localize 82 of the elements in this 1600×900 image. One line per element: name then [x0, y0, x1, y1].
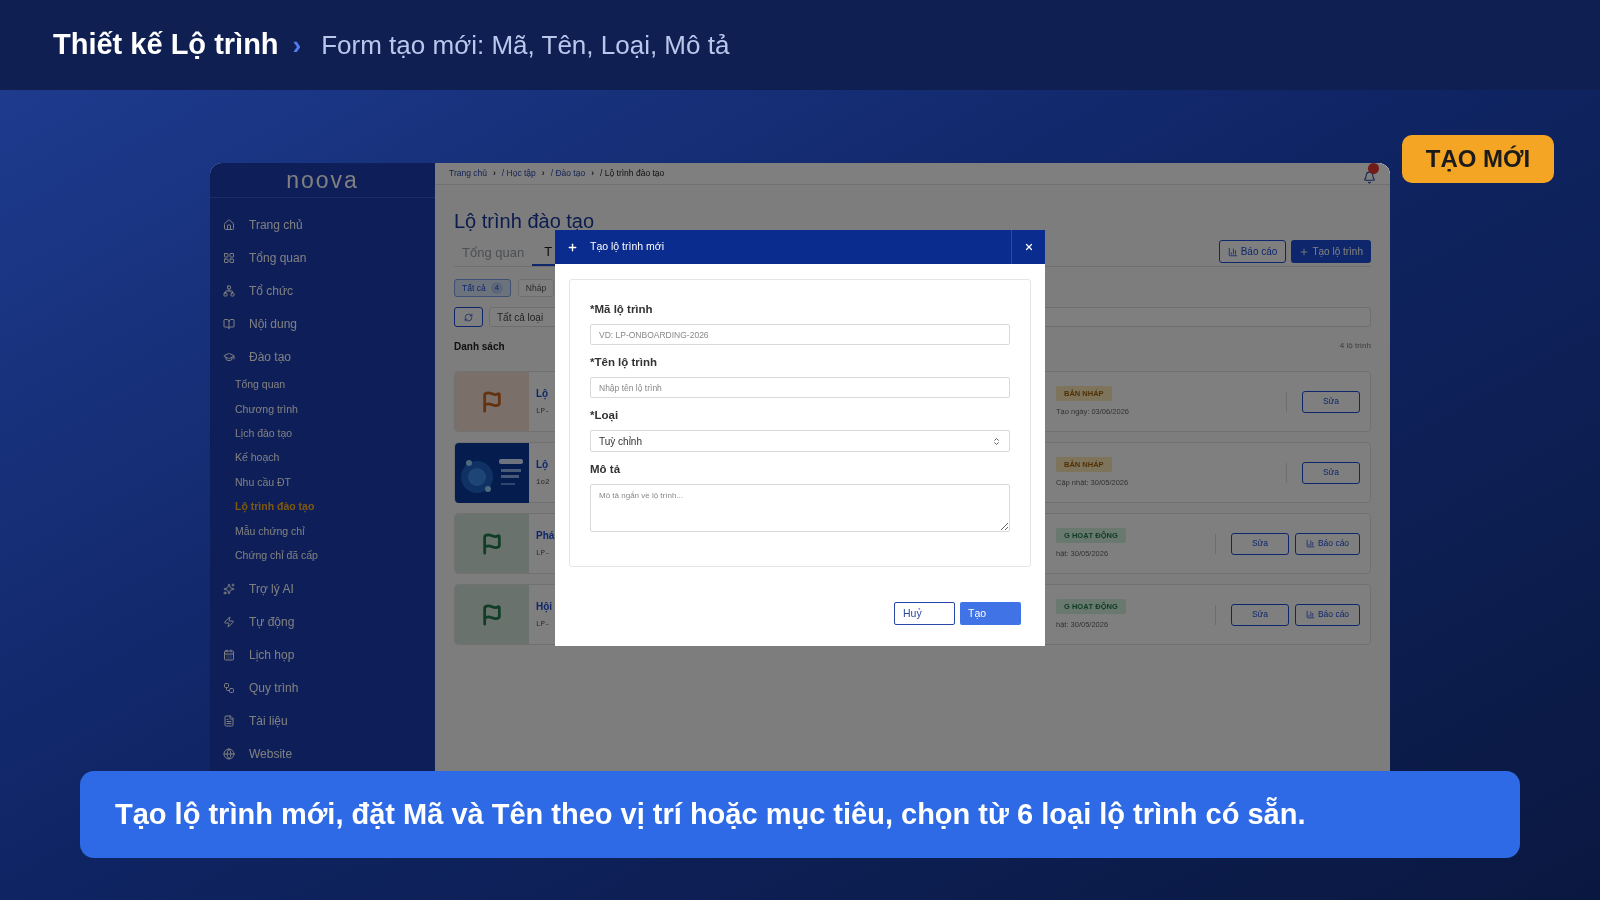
sidebar-subitem[interactable]: Chứng chỉ đã cấp: [210, 543, 435, 569]
field-label: *Tên lộ trình: [590, 355, 659, 370]
report-button[interactable]: Báo cáo: [1295, 532, 1360, 555]
sidebar-subitem[interactable]: Lộ trình đào tạo: [210, 494, 435, 520]
cancel-button[interactable]: Huỷ: [894, 602, 955, 625]
flag-icon: [481, 603, 503, 626]
input-field[interactable]: Nhập tên lộ trình: [590, 377, 1010, 398]
sidebar-item[interactable]: Trợ lý AI: [210, 572, 435, 606]
row-title: Phá: [536, 528, 555, 543]
caption-banner: Tạo lộ trình mới, đặt Mã và Tên theo vị trí hoặc mục tiêu, chọn từ 6 loại lộ trình có sẵn.: [80, 771, 1520, 858]
bell-icon[interactable]: [1363, 171, 1376, 184]
home-icon: [223, 218, 235, 231]
hierarchy-icon: [223, 284, 235, 297]
flag-icon: [481, 532, 503, 555]
sidebar-item[interactable]: Lịch họp: [210, 638, 435, 672]
row-title: Lộ: [536, 457, 549, 472]
sidebar-item[interactable]: Tổng quan: [210, 241, 435, 274]
sidebar-subitem[interactable]: Tổng quan: [210, 373, 435, 398]
sidebar-item[interactable]: Tổ chức: [210, 274, 435, 307]
breadcrumb-link[interactable]: / Học tập: [501, 167, 536, 180]
page-title: Lộ trình đào tạo: [454, 209, 596, 233]
field-label: Mô tả: [590, 462, 622, 477]
textarea-field[interactable]: Mô tả ngắn về lộ trình...: [590, 484, 1010, 532]
field-label: *Mã lộ trình: [590, 302, 654, 317]
grid-icon: [223, 251, 235, 264]
sidebar-item[interactable]: Quy trình: [210, 671, 435, 705]
breadcrumb-separator: ›: [591, 167, 595, 180]
new-badge: TẠO MỚI: [1402, 135, 1554, 183]
graduation-cap-icon: [223, 350, 235, 363]
breadcrumb-link[interactable]: / Lộ trình đào tạo: [600, 167, 665, 180]
breadcrumb-link[interactable]: / Đào tạo: [550, 167, 586, 180]
slide-title: Thiết kế Lộ trình: [53, 27, 279, 63]
sidebar-item[interactable]: Tài liệu: [210, 704, 435, 738]
refresh-button[interactable]: [454, 307, 483, 327]
slide-subtitle: Form tạo mới: Mã, Tên, Loại, Mô tả: [321, 28, 730, 62]
close-icon: [1023, 242, 1034, 252]
edit-button[interactable]: Sửa: [1302, 461, 1360, 484]
row-title: Hội: [536, 599, 553, 614]
document-icon: [223, 714, 235, 727]
chevron: ›: [292, 28, 302, 62]
dialog-title: Tạo lộ trình mới: [590, 239, 664, 255]
flag-icon: [481, 390, 503, 413]
chart-icon: [1227, 246, 1238, 257]
plus-icon: [1299, 246, 1310, 257]
create-button[interactable]: Tạo: [960, 602, 1021, 625]
calendar-icon: [223, 648, 235, 661]
filter-chip[interactable]: Nháp: [517, 279, 555, 297]
edit-button[interactable]: Sửa: [1231, 532, 1289, 555]
sidebar-subitem[interactable]: Mẫu chứng chỉ: [210, 519, 435, 544]
sidebar-subitem[interactable]: Chương trình: [210, 397, 435, 422]
breadcrumb-link[interactable]: Trang chủ: [449, 167, 487, 180]
sidebar-subitem[interactable]: Kế hoạch: [210, 446, 435, 471]
sidebar-item[interactable]: Website: [210, 737, 435, 771]
globe-icon: [223, 747, 235, 760]
list-title: Danh sách: [454, 339, 505, 354]
lightning-icon: [223, 615, 235, 628]
report-button[interactable]: Báo cáo: [1218, 240, 1287, 263]
sidebar-item[interactable]: Đào tạo: [210, 340, 435, 373]
chart-icon: [1305, 610, 1315, 619]
create-button[interactable]: Tạo lộ trình: [1291, 240, 1371, 263]
chart-icon: [1305, 539, 1315, 548]
sidebar-item[interactable]: Tự động: [210, 605, 435, 639]
sparkles-icon: [223, 582, 235, 595]
row-title: Lộ: [536, 386, 549, 401]
breadcrumb-separator: ›: [541, 167, 545, 180]
field-label: *Loại: [590, 408, 620, 423]
input-field[interactable]: VD: LP-ONBOARDING-2026: [590, 324, 1010, 345]
edit-button[interactable]: Sửa: [1231, 603, 1289, 626]
book-icon: [223, 317, 235, 330]
sidebar-item[interactable]: Trang chủ: [210, 208, 435, 241]
refresh-icon: [464, 312, 473, 322]
edit-button[interactable]: Sửa: [1302, 390, 1360, 413]
chevrons-icon: [992, 436, 1001, 446]
sidebar-item[interactable]: Nội dung: [210, 307, 435, 340]
plus-icon: [567, 241, 578, 253]
sidebar-subitem[interactable]: Nhu cầu ĐT: [210, 470, 435, 495]
sidebar-subitem[interactable]: Lịch đào tạo: [210, 421, 435, 447]
logo: noova: [286, 165, 359, 195]
report-button[interactable]: Báo cáo: [1295, 603, 1360, 626]
select-field[interactable]: Tuỳ chỉnh: [590, 430, 1010, 452]
breadcrumb-separator: ›: [492, 167, 496, 180]
workflow-icon: [223, 681, 235, 694]
